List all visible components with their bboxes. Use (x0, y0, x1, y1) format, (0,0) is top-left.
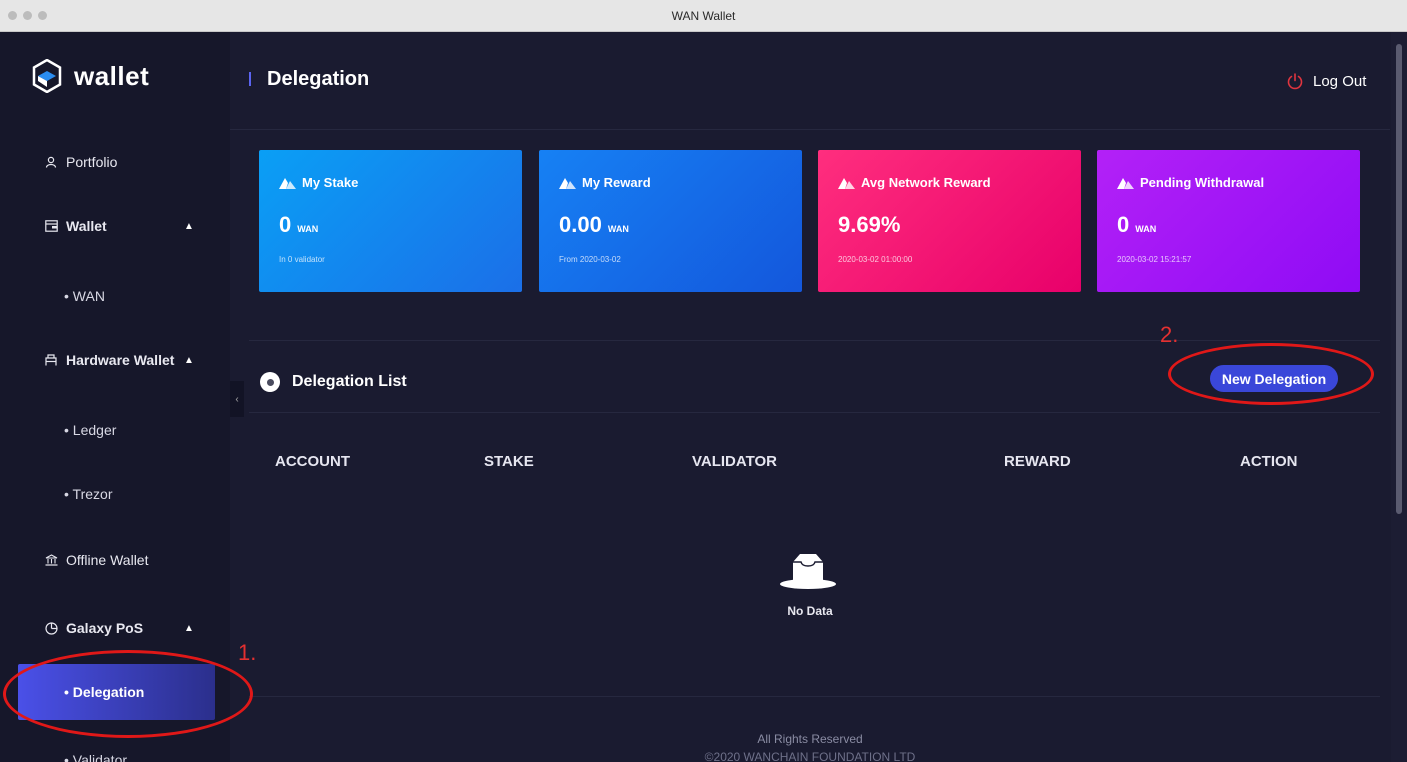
chevron-up-icon[interactable]: ▲ (184, 355, 194, 366)
card-my-stake: My Stake 0 WAN In 0 validator (259, 150, 522, 292)
sidebar-item-trezor[interactable]: • Trezor (0, 482, 230, 506)
no-data-text: No Data (787, 604, 833, 618)
empty-inbox-icon (780, 554, 836, 589)
delegation-list-title: Delegation List (292, 373, 407, 390)
card-unit: WAN (1135, 224, 1157, 234)
logo-text: wallet (74, 60, 150, 91)
card-value: 0.00 WAN (559, 212, 629, 237)
card-unit: WAN (297, 224, 319, 234)
annotation-step-2: 2. (1160, 322, 1179, 347)
footer-copyright: ©2020 WANCHAIN FOUNDATION LTD (704, 750, 916, 762)
chevron-up-icon[interactable]: ▲ (184, 221, 194, 232)
column-header-account[interactable]: ACCOUNT (275, 453, 350, 470)
hardware-wallet-icon (44, 353, 58, 367)
annotation-step-1: 1. (238, 640, 257, 665)
card-my-reward: My Reward 0.00 WAN From 2020-03-02 (539, 150, 802, 292)
sidebar-item-offline-wallet[interactable]: Offline Wallet (0, 548, 230, 572)
wan-mountain-icon (838, 177, 855, 189)
bank-icon (44, 553, 58, 567)
column-header-reward[interactable]: REWARD (1004, 453, 1071, 470)
wanchain-logo-icon (32, 59, 62, 93)
sidebar-item-label: Wallet (66, 218, 107, 234)
delegation-list-icon (260, 372, 280, 392)
card-title: Pending Withdrawal (1140, 175, 1265, 190)
card-title: Avg Network Reward (861, 175, 991, 190)
card-value: 0 WAN (279, 212, 319, 237)
sidebar-item-wan[interactable]: • WAN (0, 284, 230, 308)
card-title: My Stake (302, 175, 359, 190)
card-header: Pending Withdrawal (1117, 175, 1264, 190)
window-title: WAN Wallet (671, 9, 736, 23)
app-window: WAN Wallet wallet Portfolio Wallet ▲ • W… (0, 0, 1407, 762)
sidebar-item-label: Hardware Wallet (66, 352, 175, 368)
card-subtitle: From 2020-03-02 (559, 255, 621, 264)
sidebar-item-portfolio[interactable]: Portfolio (0, 150, 230, 174)
scrollbar[interactable] (1391, 32, 1407, 762)
wan-mountain-icon (559, 177, 576, 189)
chevron-up-icon[interactable]: ▲ (184, 623, 194, 634)
page-header: Delegation Log Out (230, 32, 1390, 130)
power-icon (1287, 73, 1303, 90)
sidebar-item-wallet[interactable]: Wallet ▲ (0, 214, 230, 238)
sidebar-item-validator[interactable]: • Validator (0, 748, 230, 762)
footer-rights: All Rights Reserved (757, 732, 863, 746)
logout-label: Log Out (1313, 72, 1367, 90)
column-header-validator[interactable]: VALIDATOR (692, 453, 777, 470)
divider (249, 340, 1380, 341)
annotation-oval-new-delegation (1168, 343, 1374, 405)
card-header: Avg Network Reward (838, 175, 991, 190)
wan-mountain-icon (1117, 177, 1134, 189)
sidebar-item-label: Offline Wallet (66, 552, 149, 568)
logout-button[interactable]: Log Out (1286, 72, 1366, 90)
sidebar-item-label: Galaxy PoS (66, 620, 144, 636)
sidebar-item-galaxy-pos[interactable]: Galaxy PoS ▲ (0, 616, 230, 640)
title-accent-bar (249, 72, 251, 86)
sidebar-item-ledger[interactable]: • Ledger (0, 418, 230, 442)
card-title: My Reward (582, 175, 651, 190)
card-subtitle: In 0 validator (279, 255, 325, 264)
card-subtitle: 2020-03-02 01:00:00 (838, 255, 913, 264)
card-avg-network-reward: Avg Network Reward 9.69% 2020-03-02 01:0… (818, 150, 1081, 292)
card-value: 0 WAN (1117, 212, 1157, 237)
card-header: My Reward (559, 175, 651, 190)
sidebar-item-label: Portfolio (66, 154, 118, 170)
sidebar-item-label: • Validator (64, 752, 128, 762)
page-title: Delegation (267, 68, 370, 90)
wallet-icon (44, 219, 58, 233)
card-pending-withdrawal: Pending Withdrawal 0 WAN 2020-03-02 15:21… (1097, 150, 1360, 292)
column-header-stake[interactable]: STAKE (484, 453, 534, 470)
column-header-action[interactable]: ACTION (1240, 453, 1298, 470)
divider (249, 696, 1380, 697)
sidebar-item-label: • Ledger (64, 422, 117, 438)
scrollbar-thumb[interactable] (1396, 44, 1402, 514)
card-header: My Stake (279, 175, 358, 190)
user-icon (44, 155, 58, 169)
sidebar-item-hardware-wallet[interactable]: Hardware Wallet ▲ (0, 348, 230, 372)
wan-mountain-icon (279, 177, 296, 189)
app-logo: wallet (32, 54, 149, 98)
pie-chart-icon (44, 621, 58, 635)
sidebar-item-label: • WAN (64, 288, 105, 304)
card-subtitle: 2020-03-02 15:21:57 (1117, 255, 1192, 264)
divider (249, 412, 1380, 413)
annotation-oval-delegation (3, 650, 253, 738)
card-value: 9.69% (838, 212, 901, 237)
window-titlebar: WAN Wallet (0, 0, 1407, 32)
card-unit: WAN (607, 224, 629, 234)
sidebar-item-label: • Trezor (64, 486, 113, 502)
